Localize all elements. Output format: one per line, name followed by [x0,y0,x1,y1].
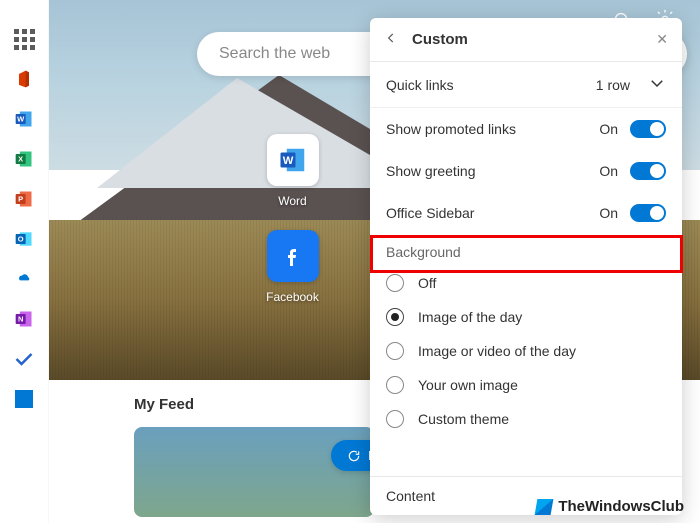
close-icon[interactable]: ✕ [656,31,668,48]
watermark-text: TheWindowsClub [558,498,684,515]
outlook-icon[interactable]: O [13,228,35,250]
tile-label: Word [278,194,306,208]
radio-label: Off [418,275,436,291]
quicklinks-label: Quick links [386,77,454,93]
svg-text:X: X [18,155,23,164]
radio-label: Custom theme [418,411,509,427]
quicklink-word[interactable]: W Word [240,134,345,230]
quicklinks-value: 1 row [596,77,630,93]
office-icon[interactable] [13,68,35,90]
powerpoint-icon[interactable]: P [13,188,35,210]
office-sidebar: W X P O N [0,0,49,523]
svg-text:O: O [18,235,24,244]
quicklink-facebook[interactable]: Facebook [240,230,345,326]
toggle-label: Show greeting [386,163,476,179]
toggle-state: On [599,205,618,221]
toggle-row-office-sidebar: Office Sidebar On [370,192,682,234]
search-placeholder: Search the web [219,45,330,63]
tile-label: Facebook [266,290,319,304]
background-section-label: Background [370,234,682,266]
page-settings-panel: Custom ✕ Quick links 1 row Show promoted… [370,18,682,515]
chevron-down-icon [648,74,666,95]
radio-icon [386,274,404,292]
toggle-state: On [599,121,618,137]
svg-text:P: P [18,195,23,204]
app-tile-icon[interactable] [13,388,35,410]
toggle-switch[interactable] [630,204,666,222]
onedrive-icon[interactable] [13,268,35,290]
toggle-state: On [599,163,618,179]
radio-off[interactable]: Off [370,266,682,300]
onenote-icon[interactable]: N [13,308,35,330]
quicklinks-row[interactable]: Quick links 1 row [370,62,682,108]
radio-image-of-day[interactable]: Image of the day [370,300,682,334]
toggle-row-promoted: Show promoted links On [370,108,682,150]
back-icon[interactable] [384,31,398,48]
watermark: TheWindowsClub [536,498,684,515]
excel-icon[interactable]: X [13,148,35,170]
radio-icon [386,342,404,360]
svg-text:N: N [18,315,23,324]
app-launcher-icon[interactable] [13,28,35,50]
word-icon[interactable]: W [13,108,35,130]
watermark-logo-icon [535,499,554,515]
radio-icon [386,410,404,428]
radio-custom-theme[interactable]: Custom theme [370,402,682,436]
feed-card[interactable] [134,427,374,517]
radio-label: Image or video of the day [418,343,576,359]
toggle-row-greeting: Show greeting On [370,150,682,192]
toggle-switch[interactable] [630,162,666,180]
radio-icon [386,308,404,326]
radio-icon [386,376,404,394]
svg-text:W: W [282,155,293,167]
toggle-label: Show promoted links [386,121,516,137]
todo-icon[interactable] [13,348,35,370]
panel-title: Custom [412,31,656,48]
svg-text:W: W [17,115,25,124]
radio-label: Your own image [418,377,518,393]
toggle-switch[interactable] [630,120,666,138]
radio-image-or-video[interactable]: Image or video of the day [370,334,682,368]
toggle-label: Office Sidebar [386,205,474,221]
radio-label: Image of the day [418,309,522,325]
radio-own-image[interactable]: Your own image [370,368,682,402]
